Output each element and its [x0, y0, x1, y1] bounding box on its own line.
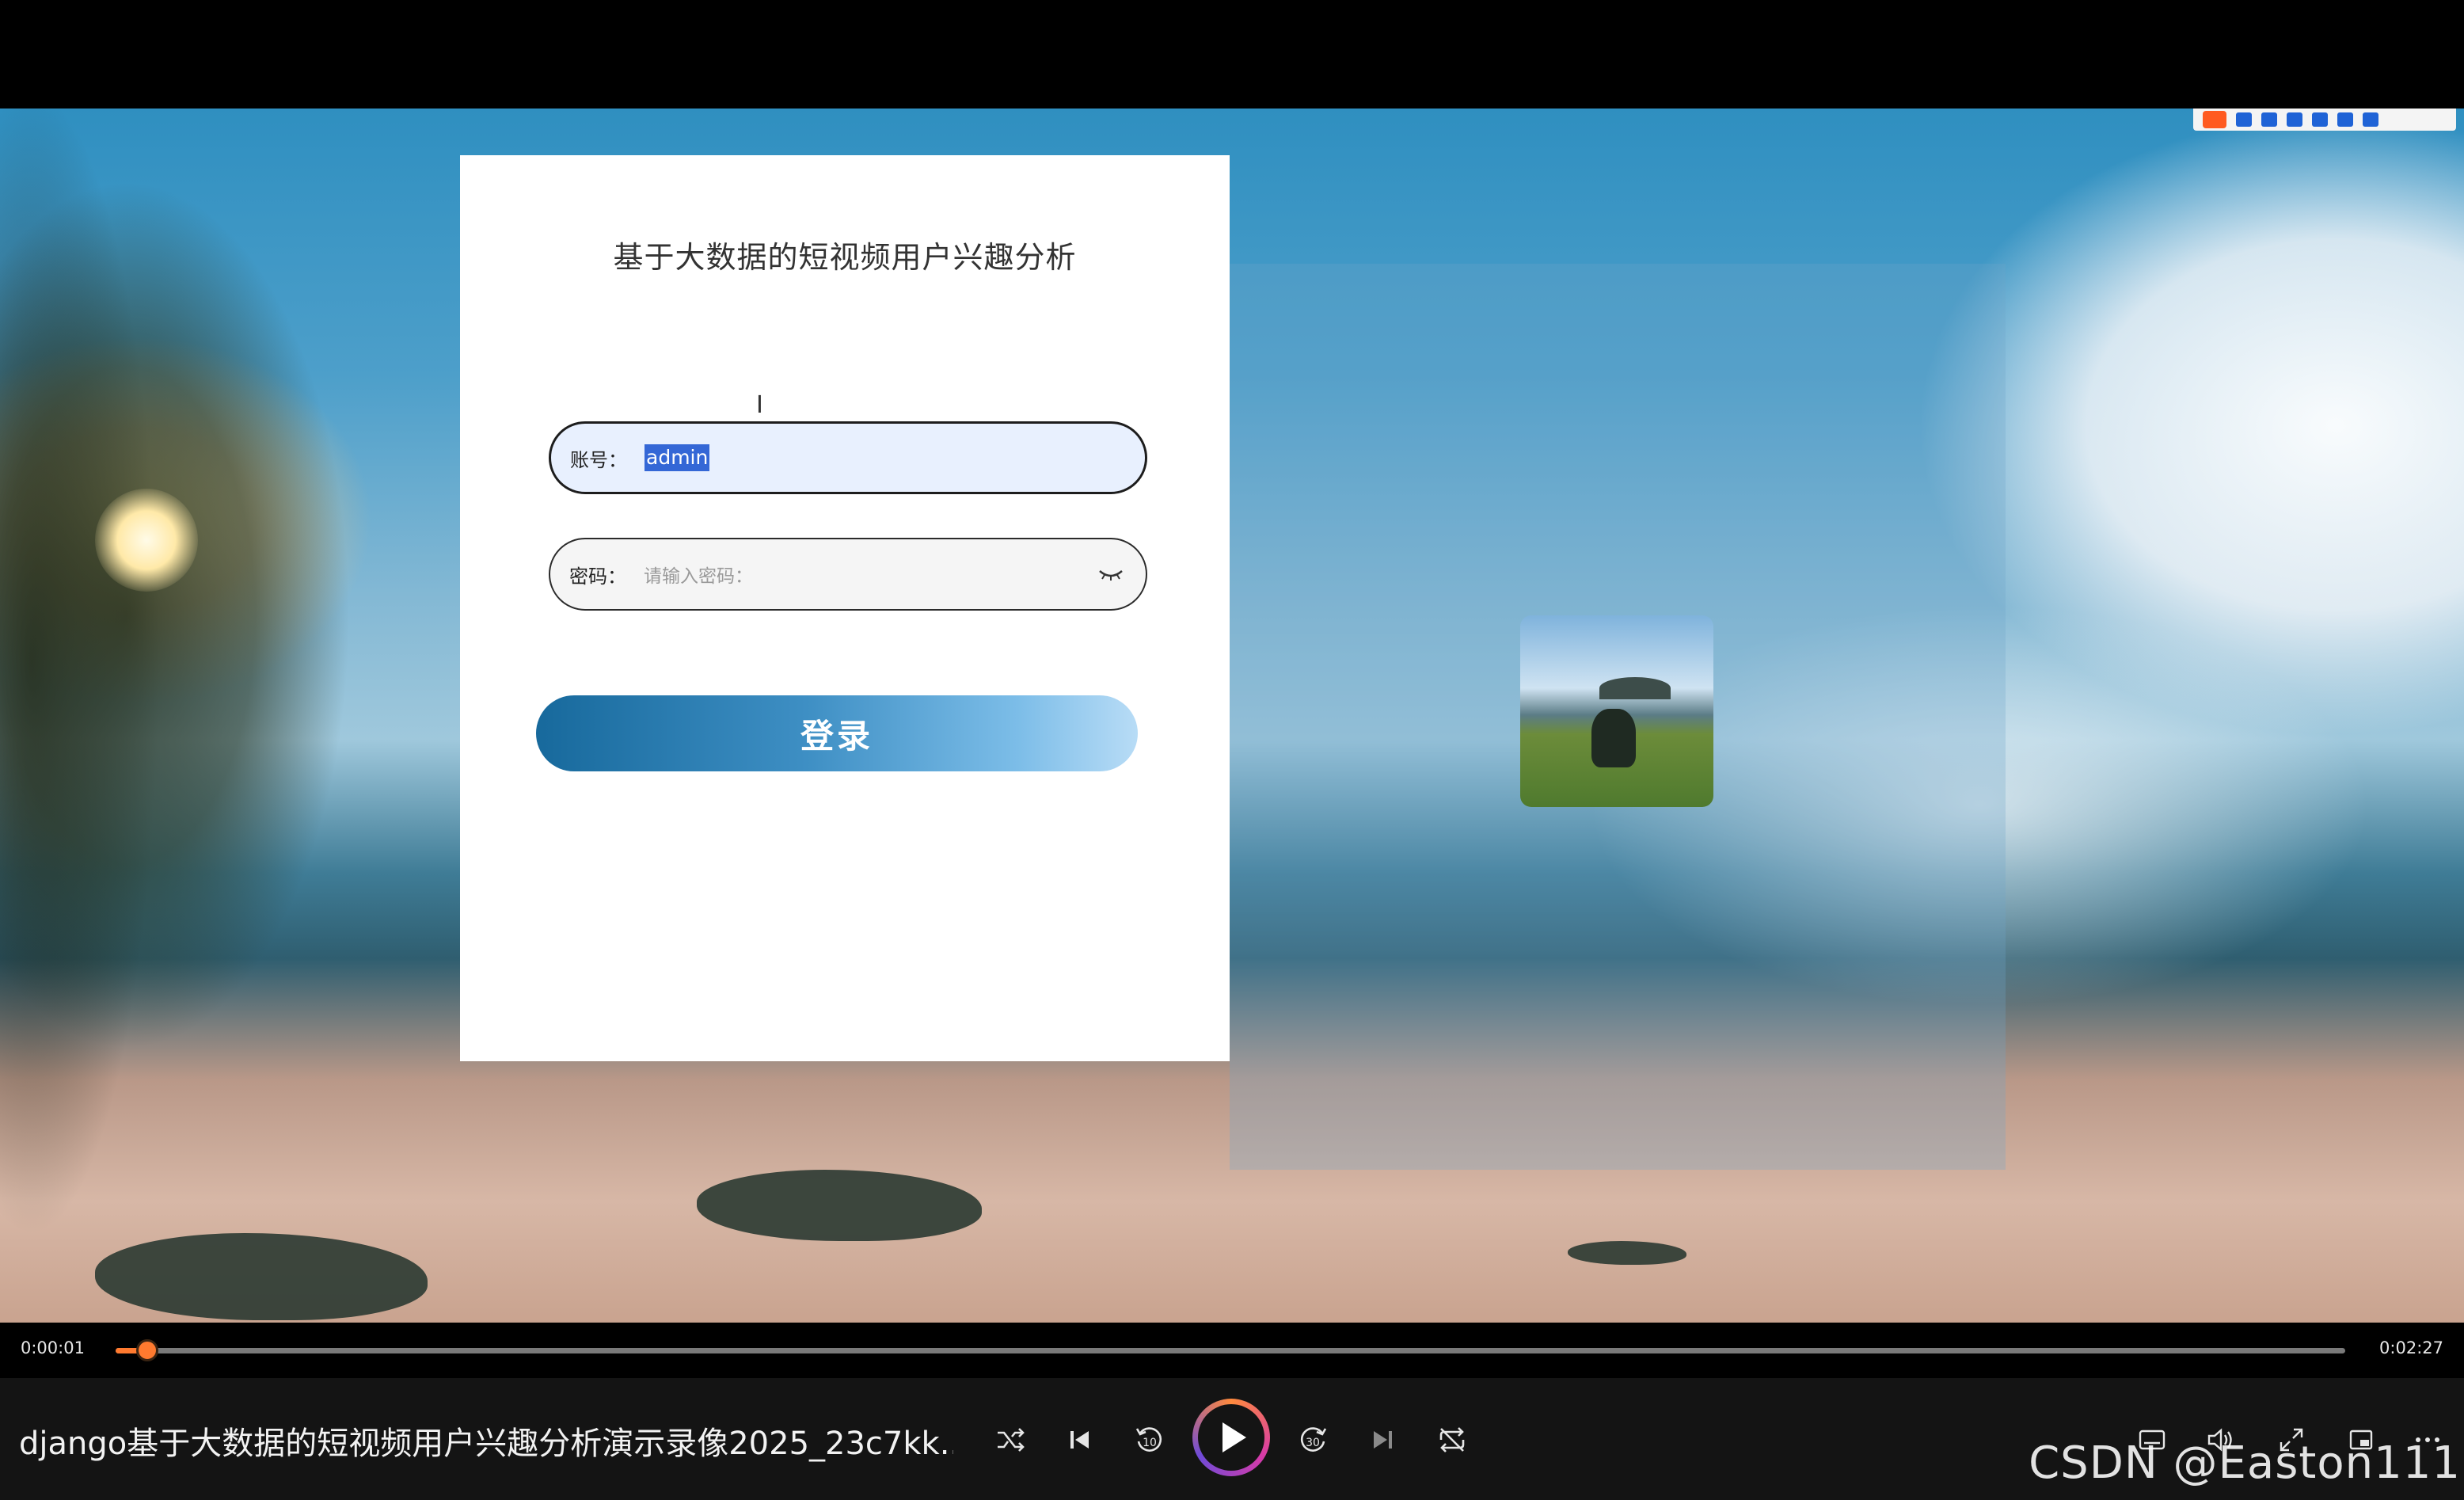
shuffle-icon[interactable] [990, 1419, 1031, 1460]
login-title: 基于大数据的短视频用户兴趣分析 [613, 240, 1077, 275]
login-button[interactable]: 登录 [536, 695, 1138, 771]
play-icon [1222, 1422, 1246, 1452]
ime-chinese-icon[interactable] [2236, 112, 2252, 127]
rewind-seconds: 10 [1143, 1437, 1157, 1449]
csdn-watermark: CSDN @Easton111 [2029, 1437, 2461, 1489]
account-input[interactable]: admin [645, 444, 710, 471]
play-button-inner [1198, 1404, 1264, 1471]
total-time: 0:02:27 [2379, 1338, 2443, 1357]
video-frame[interactable] [0, 109, 2464, 1323]
beach-rock [1568, 1241, 1686, 1265]
password-field[interactable]: 密码： 请输入密码： [549, 538, 1147, 611]
eye-closed-icon[interactable] [1097, 566, 1125, 582]
ime-logo-icon[interactable] [2203, 111, 2226, 128]
beach-rock [697, 1170, 982, 1241]
ime-punctuation-icon[interactable] [2261, 112, 2277, 127]
current-time: 0:00:01 [21, 1338, 85, 1357]
rewind-10-icon[interactable]: 10 [1129, 1419, 1170, 1460]
forward-30-icon[interactable]: 30 [1292, 1419, 1333, 1460]
ime-apps-icon[interactable] [2363, 112, 2378, 127]
text-cursor-icon: I [756, 391, 763, 419]
repeat-off-icon[interactable] [1432, 1419, 1473, 1460]
seek-row: 0:00:01 0:02:27 [0, 1323, 2464, 1378]
photo-island [1599, 677, 1671, 699]
account-label: 账号： [570, 448, 627, 471]
login-card: 基于大数据的短视频用户兴趣分析 账号： admin 密码： 请输入密码： 登录 [460, 155, 1230, 1061]
next-icon[interactable] [1362, 1419, 1403, 1460]
video-title: django基于大数据的短视频用户兴趣分析演示录像2025_23c7kk... [19, 1426, 953, 1462]
ime-keyboard-icon[interactable] [2312, 112, 2328, 127]
password-input[interactable]: 请输入密码： [644, 561, 1097, 588]
play-button[interactable] [1192, 1399, 1270, 1476]
sun-glare [95, 489, 198, 592]
ime-microphone-icon[interactable] [2287, 112, 2302, 127]
profile-photo [1520, 615, 1713, 807]
ime-toolbar[interactable] [2193, 109, 2456, 131]
password-label: 密码： [569, 565, 626, 588]
forward-seconds: 30 [1306, 1437, 1320, 1449]
ime-skin-icon[interactable] [2337, 112, 2353, 127]
account-field[interactable]: 账号： admin [549, 421, 1147, 494]
photo-person [1591, 709, 1636, 767]
previous-icon[interactable] [1059, 1419, 1101, 1460]
player-controls: django基于大数据的短视频用户兴趣分析演示录像2025_23c7kk... … [0, 1378, 2464, 1500]
seek-thumb[interactable] [136, 1339, 158, 1361]
seek-bar[interactable] [116, 1339, 2345, 1361]
